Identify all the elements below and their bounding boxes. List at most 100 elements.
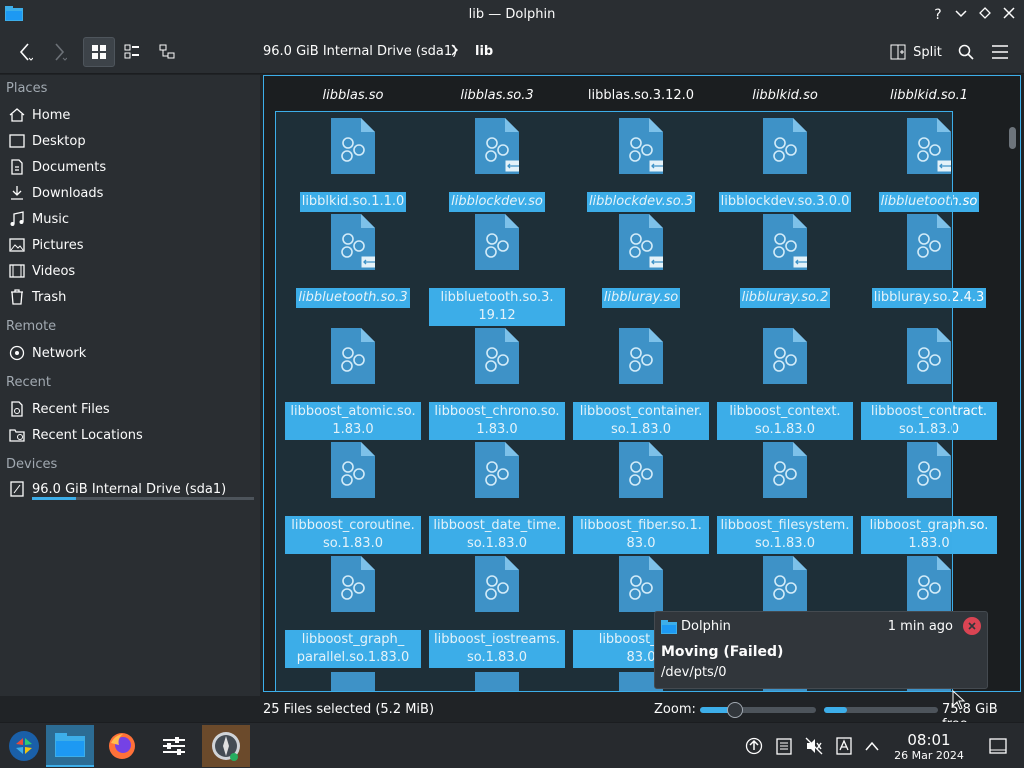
application-launcher[interactable] <box>0 725 48 767</box>
places-panel: Places Home Desktop Documents Downloads … <box>0 75 260 696</box>
sidebar-item-network[interactable]: Network <box>8 341 258 365</box>
clock-date: 26 Mar 2024 <box>894 749 964 762</box>
sidebar-item-recent-files[interactable]: Recent Files <box>8 397 258 421</box>
sidebar-item-label: 96.0 GiB Internal Drive (sda1) <box>32 481 227 497</box>
close-icon <box>1003 7 1015 19</box>
volume-muted-icon[interactable] <box>804 736 824 756</box>
split-icon <box>890 44 906 60</box>
maximize-button[interactable] <box>975 5 995 25</box>
file-name: libblas.so <box>322 88 384 103</box>
drive-icon <box>8 480 26 498</box>
back-button[interactable] <box>10 37 40 67</box>
notification-title: Moving (Failed) <box>661 644 784 660</box>
tray-expand-icon[interactable] <box>862 736 882 756</box>
close-button[interactable] <box>999 5 1019 25</box>
sidebar-item-home[interactable]: Home <box>8 103 258 127</box>
clipboard-icon[interactable] <box>774 736 794 756</box>
rubberband-selection <box>275 111 953 692</box>
file-item[interactable]: libblkid.so <box>713 76 857 108</box>
task-system-settings[interactable] <box>150 725 198 767</box>
trash-icon <box>8 288 26 306</box>
search-icon <box>958 44 974 60</box>
documents-icon <box>8 158 26 176</box>
file-name: libblas.so.3.12.0 <box>587 88 695 103</box>
folder-icon <box>55 733 85 757</box>
file-name: libblas.so.3 <box>460 88 534 103</box>
zoom-slider[interactable] <box>700 702 816 718</box>
breadcrumb-drive[interactable]: 96.0 GiB Internal Drive (sda1) <box>263 44 457 59</box>
clock-time: 08:01 <box>907 731 951 749</box>
sidebar-item-desktop[interactable]: Desktop <box>8 129 258 153</box>
mouse-cursor-icon <box>952 690 966 710</box>
free-space-bar <box>824 707 938 713</box>
file-item[interactable]: libblas.so.3 <box>425 76 569 108</box>
split-button[interactable]: Split <box>886 37 946 67</box>
minimize-button[interactable] <box>951 5 971 25</box>
close-icon <box>968 622 976 630</box>
sidebar-item-label: Music <box>32 211 69 227</box>
launcher-icon <box>9 731 39 761</box>
notification-app: Dolphin <box>681 619 731 634</box>
breadcrumb-lib[interactable]: lib <box>475 44 493 59</box>
zoom-label: Zoom: <box>654 702 696 717</box>
section-recent: Recent <box>6 375 51 390</box>
file-item[interactable]: libblas.so.3.12.0 <box>569 76 713 108</box>
window-title: lib — Dolphin <box>468 7 556 22</box>
file-item[interactable]: libblas.so <box>281 76 425 108</box>
settings-sliders-icon <box>163 737 185 755</box>
notification-body: /dev/pts/0 <box>661 665 727 680</box>
taskbar: 08:01 26 Mar 2024 <box>0 722 1024 768</box>
notification-time: 1 min ago <box>887 619 953 634</box>
list-view-icon <box>124 44 139 59</box>
sidebar-item-documents[interactable]: Documents <box>8 155 258 179</box>
grid-view-icon <box>92 45 106 59</box>
sidebar-item-pictures[interactable]: Pictures <box>8 233 258 257</box>
chevron-down-icon <box>955 10 967 18</box>
menu-button[interactable] <box>986 37 1014 67</box>
sidebar-item-downloads[interactable]: Downloads <box>8 181 258 205</box>
diamond-icon <box>979 7 991 19</box>
recent-files-icon <box>8 400 26 418</box>
sidebar-item-videos[interactable]: Videos <box>8 259 258 283</box>
task-discover[interactable] <box>202 725 250 767</box>
forward-button[interactable] <box>44 37 74 67</box>
split-label: Split <box>913 44 942 60</box>
sidebar-item-trash[interactable]: Trash <box>8 285 258 309</box>
notification-popup[interactable]: Dolphin 1 min ago Moving (Failed) /dev/p… <box>654 611 988 689</box>
selection-info: 25 Files selected (5.2 MiB) <box>263 702 435 717</box>
drive-usage-bar <box>32 497 254 500</box>
title-bar: lib — Dolphin ? <box>0 0 1024 30</box>
sidebar-item-recent-locations[interactable]: Recent Locations <box>8 423 258 447</box>
breadcrumb-separator-icon <box>450 44 458 60</box>
sidebar-item-label: Videos <box>32 263 76 279</box>
zoom-slider-handle[interactable] <box>726 702 743 718</box>
hamburger-icon <box>992 45 1008 59</box>
help-button[interactable]: ? <box>928 5 948 25</box>
sidebar-item-label: Network <box>32 345 87 361</box>
music-icon <box>8 210 26 228</box>
firefox-icon <box>109 733 135 759</box>
notification-close-button[interactable] <box>963 617 981 635</box>
keyboard-layout-icon[interactable] <box>834 736 854 756</box>
scrollbar-thumb[interactable] <box>1009 127 1016 149</box>
compact-view-button[interactable] <box>117 37 147 67</box>
details-view-button[interactable] <box>152 37 182 67</box>
sidebar-item-label: Documents <box>32 159 107 175</box>
sidebar-item-label: Home <box>32 107 71 123</box>
pictures-icon <box>8 236 26 254</box>
search-button[interactable] <box>952 37 980 67</box>
desktop-icon <box>8 132 26 150</box>
task-firefox[interactable] <box>98 725 146 767</box>
update-icon[interactable] <box>744 736 764 756</box>
network-icon <box>8 344 26 362</box>
show-desktop-icon[interactable] <box>988 736 1008 756</box>
tree-view-icon <box>159 44 175 59</box>
sidebar-item-music[interactable]: Music <box>8 207 258 231</box>
digital-clock[interactable]: 08:01 26 Mar 2024 <box>893 731 965 762</box>
videos-icon <box>8 262 26 280</box>
home-icon <box>8 106 26 124</box>
view-scrollbar[interactable] <box>1005 75 1021 692</box>
icons-view-button[interactable] <box>83 37 115 67</box>
file-item[interactable]: libblkid.so.1 <box>857 76 1001 108</box>
task-dolphin[interactable] <box>46 725 94 767</box>
